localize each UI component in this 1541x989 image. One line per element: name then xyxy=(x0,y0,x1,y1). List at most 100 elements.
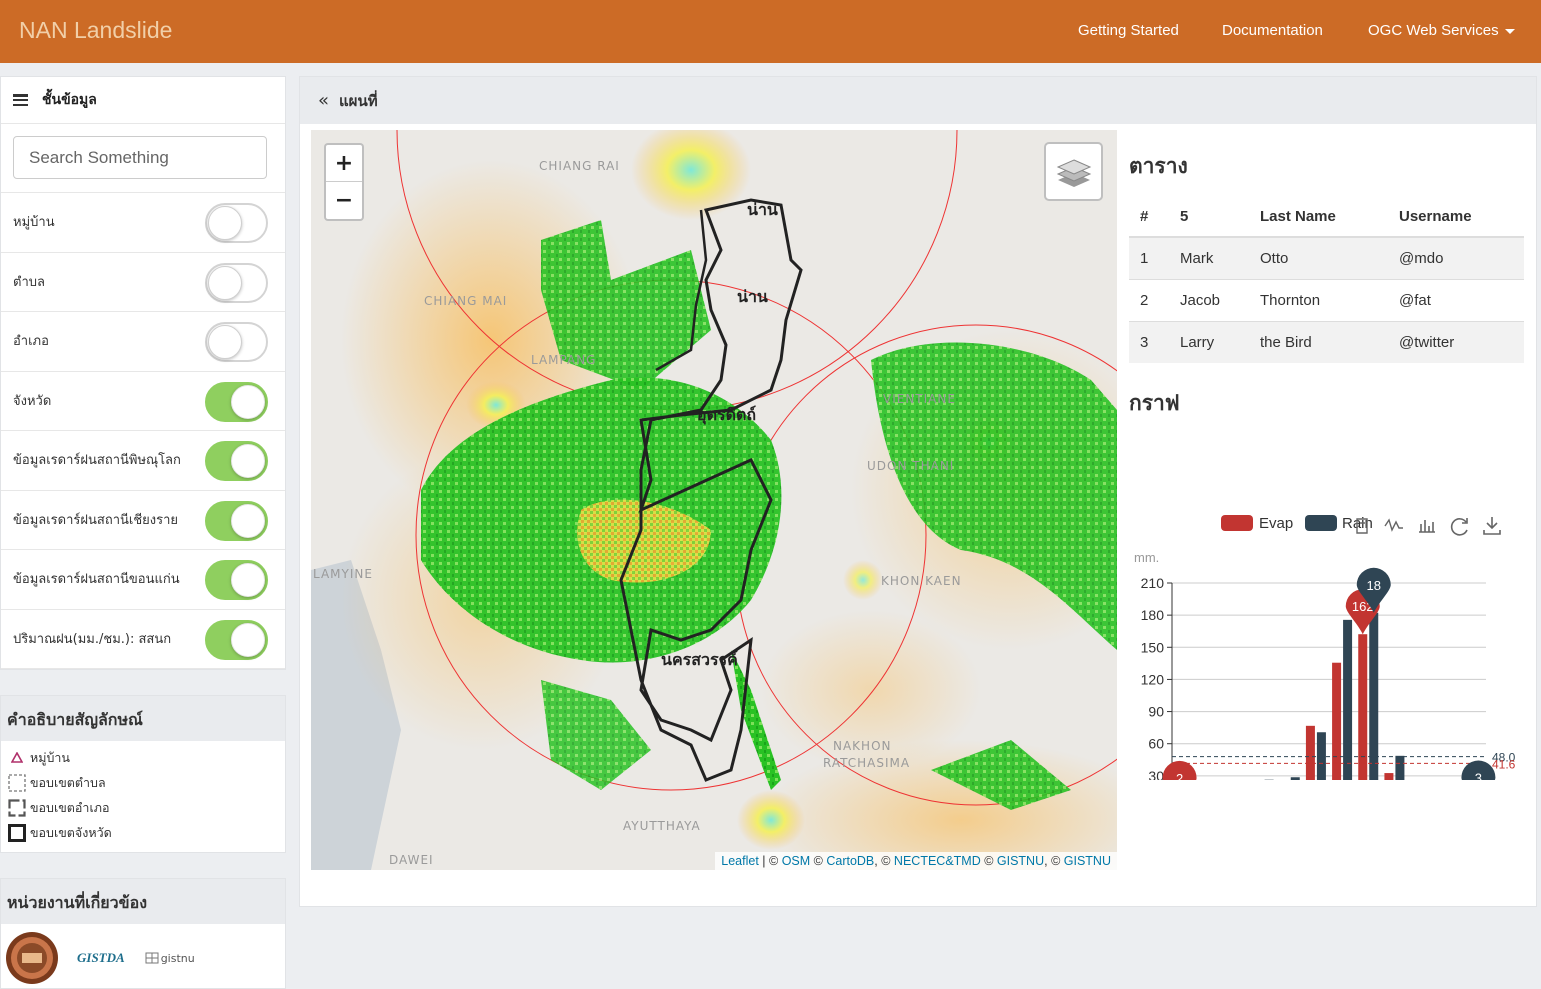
layers-control-button[interactable] xyxy=(1044,142,1103,201)
attrib-text: | © xyxy=(758,854,782,868)
gistnu-link-2[interactable]: GISTNU xyxy=(1064,854,1111,868)
y-tick-label: 180 xyxy=(1141,607,1165,623)
table-cell: @twitter xyxy=(1388,320,1524,363)
legend-item-province: ขอบเขตจังหวัด xyxy=(1,820,285,845)
map-label: LAMYINE xyxy=(313,567,373,581)
attrib-text: , © xyxy=(874,854,894,868)
legend-panel: คำอธิบายสัญลักษณ์ หมู่บ้าน ขอบเขตตำบล ขอ… xyxy=(0,695,286,853)
nav-ogc-label: OGC Web Services xyxy=(1368,22,1499,39)
double-chevron-left-icon[interactable]: « xyxy=(318,90,329,111)
attrib-text: © xyxy=(810,854,827,868)
bar-rain xyxy=(1369,612,1379,808)
table-header-cell: Username xyxy=(1388,197,1524,238)
table-cell: Thornton xyxy=(1249,278,1388,321)
gistda-logo[interactable]: GISTDA xyxy=(77,950,125,966)
agency-logos: GISTDA gistnu xyxy=(5,931,195,985)
gistnu-link[interactable]: GISTNU xyxy=(997,854,1044,868)
attrib-text: , © xyxy=(1044,854,1064,868)
table-header-row: #5 Last Name Username xyxy=(1129,197,1524,238)
bar-chart-icon xyxy=(1419,520,1435,533)
search-container xyxy=(1,124,285,193)
toggle-knob xyxy=(231,384,265,419)
cartodb-link[interactable]: CartoDB xyxy=(826,854,874,868)
layer-toggle[interactable] xyxy=(205,441,268,481)
toggle-knob xyxy=(231,563,265,597)
legend-label-evap: Evap xyxy=(1259,515,1293,532)
graph-title: กราฟ xyxy=(1129,391,1180,415)
layer-label: จังหวัด xyxy=(13,393,52,409)
map-label: LAMPANG xyxy=(531,353,596,367)
attrib-text: © xyxy=(980,854,997,868)
dashed-square-icon xyxy=(8,773,26,792)
layers-panel: ชั้นข้อมูล หมู่บ้านตำบลอำเภอจังหวัดข้อมู… xyxy=(0,76,286,670)
map[interactable]: CHIANG RAI CHIANG MAI LAMPANG VIENTIANE … xyxy=(311,130,1117,870)
refresh-icon xyxy=(1450,518,1468,536)
y-tick-label: 150 xyxy=(1141,639,1165,655)
bar-evap xyxy=(1332,662,1342,808)
map-label: NAKHON xyxy=(833,739,892,753)
solid-square-icon xyxy=(8,823,26,842)
map-province-label: น่าน xyxy=(747,200,778,219)
map-label: VIENTIANE xyxy=(883,392,956,406)
layer-row: ตำบล xyxy=(1,253,285,312)
nav-ogc-web-services[interactable]: OGC Web Services xyxy=(1368,22,1515,39)
map-label: DAWEI xyxy=(389,853,434,867)
bar-rain xyxy=(1343,619,1353,808)
gistnu-logo[interactable]: gistnu xyxy=(145,952,195,965)
layer-toggle[interactable] xyxy=(205,500,268,541)
leaflet-link[interactable]: Leaflet xyxy=(721,854,759,868)
layer-toggle[interactable] xyxy=(205,262,268,303)
bar-evap xyxy=(1305,725,1315,808)
brand-title[interactable]: NAN Landslide xyxy=(19,17,172,44)
mark-point-label: 2 xyxy=(1176,771,1183,780)
agency-panel: หน่วยงานที่เกี่ยวข้อง GISTDA gistnu xyxy=(0,878,286,989)
map-province-label: น่าน xyxy=(737,287,768,306)
bar-chart: EvapRainmm.0306090120150180210JanMarMayJ… xyxy=(1134,515,1516,836)
layer-label: หมู่บ้าน xyxy=(13,215,55,230)
triangle-icon xyxy=(8,752,26,763)
nav-documentation[interactable]: Documentation xyxy=(1222,22,1323,39)
layer-label: ปริมาณฝน(มม./ชม.): สสนก xyxy=(13,631,172,647)
zoom-in-button[interactable]: + xyxy=(326,145,362,182)
table-cell: 1 xyxy=(1129,236,1169,279)
y-tick-label: 210 xyxy=(1141,575,1165,591)
layer-toggle[interactable] xyxy=(205,560,268,600)
map-canvas[interactable]: CHIANG RAI CHIANG MAI LAMPANG VIENTIANE … xyxy=(311,130,1117,870)
zoom-out-button[interactable]: − xyxy=(326,182,362,219)
search-input[interactable] xyxy=(13,136,267,179)
toggle-knob xyxy=(208,265,242,300)
globe-icon xyxy=(145,952,159,964)
toggle-knob xyxy=(208,206,242,240)
layer-toggle[interactable] xyxy=(205,619,268,660)
main-panel: « แผนที่ CHIANG RAI CHIANG MAI LAMPANG V… xyxy=(299,76,1537,907)
legend-label: ขอบเขตจังหวัด xyxy=(30,824,112,840)
y-tick-label: 30 xyxy=(1148,768,1164,780)
legend-item-subdistrict: ขอบเขตตำบล xyxy=(1,770,285,795)
layer-toggle[interactable] xyxy=(205,322,268,362)
main-panel-header: « แผนที่ xyxy=(300,77,1536,124)
nectec-link[interactable]: NECTEC&TMD xyxy=(894,854,981,868)
bar-evap xyxy=(1384,773,1394,808)
legend-item-village: หมู่บ้าน xyxy=(1,745,285,770)
layer-toggle[interactable] xyxy=(205,381,268,422)
average-line-label: 41.6 xyxy=(1492,757,1516,771)
toggle-knob xyxy=(231,622,265,657)
table-body: 1 Mark Otto @mdo 2 Jacob Thornton @fat 3 Larry the… xyxy=(1129,236,1524,363)
chart-container: EvapRainmm.0306090120150180210JanMarMayJ… xyxy=(1129,430,1529,836)
layer-list: หมู่บ้าน ตำบล อำเภอ จังหวัด ข้อมูลเรดาร์ฝนสถ… xyxy=(1,193,285,669)
osm-link[interactable]: OSM xyxy=(782,854,810,868)
layer-row: ข้อมูลเรดาร์ฝนสถานีขอนแก่น xyxy=(1,550,285,610)
legend-swatch-rain xyxy=(1305,515,1337,531)
nav-getting-started[interactable]: Getting Started xyxy=(1078,22,1179,39)
agency-title: หน่วยงานที่เกี่ยวข้อง xyxy=(1,879,285,924)
bar-rain xyxy=(1290,777,1300,808)
university-seal-logo[interactable] xyxy=(5,931,59,985)
map-label: KHON KAEN xyxy=(881,574,962,588)
table-cell: Jacob xyxy=(1169,278,1249,321)
mark-point-label: 3 xyxy=(1475,771,1482,780)
layer-toggle[interactable] xyxy=(205,203,268,243)
layer-label: ตำบล xyxy=(13,274,45,290)
download-icon xyxy=(1483,517,1501,535)
map-label: CHIANG RAI xyxy=(539,159,620,173)
table-row: 3 Larry the Bird @twitter xyxy=(1129,320,1524,363)
